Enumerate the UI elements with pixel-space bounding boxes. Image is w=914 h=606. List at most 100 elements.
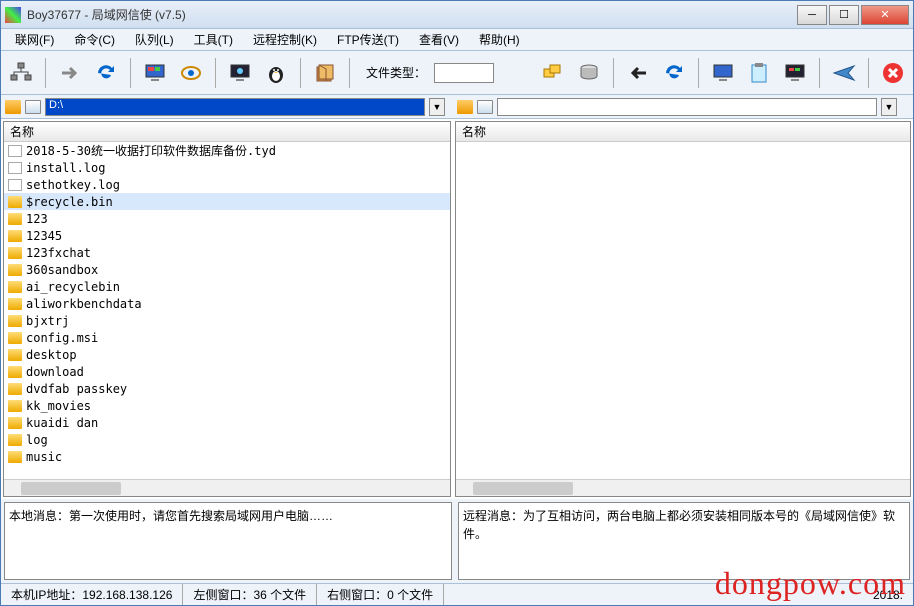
main-area: 名称 2018-5-30统一收据打印软件数据库备份.tydinstall.log…: [1, 119, 913, 499]
folder-open-right-icon[interactable]: [457, 100, 473, 114]
file-type-input[interactable]: [434, 63, 494, 83]
arrow-left-icon[interactable]: [624, 59, 652, 87]
local-message: 本地消息：第一次使用时，请您首先搜索局域网用户电脑……: [4, 502, 452, 580]
airplane-icon[interactable]: [830, 59, 858, 87]
refresh-icon[interactable]: [92, 59, 120, 87]
window-title: Boy37677 - 局域网信使 (v7.5): [27, 6, 797, 23]
file-row[interactable]: kk_movies: [4, 397, 450, 414]
file-list-right[interactable]: [456, 142, 910, 479]
file-row[interactable]: aliworkbenchdata: [4, 295, 450, 312]
menu-tools[interactable]: 工具(T): [186, 29, 241, 50]
file-list-left[interactable]: 2018-5-30统一收据打印软件数据库备份.tydinstall.log set…: [4, 142, 450, 479]
toolbar-right: [533, 51, 913, 94]
file-row[interactable]: install.log: [4, 159, 450, 176]
file-name: dvdfab passkey: [26, 382, 127, 396]
eye-icon[interactable]: [177, 59, 205, 87]
left-hscroll[interactable]: [4, 479, 450, 496]
stop-close-icon[interactable]: [879, 59, 907, 87]
file-icon: [8, 145, 22, 157]
file-name: 2018-5-30统一收据打印软件数据库备份.tyd: [26, 142, 276, 159]
path-input-right[interactable]: [497, 98, 877, 116]
file-row[interactable]: dvdfab passkey: [4, 380, 450, 397]
folders-icon[interactable]: [539, 59, 567, 87]
menu-help[interactable]: 帮助(H): [471, 29, 528, 50]
app-icon: [5, 7, 21, 23]
folder-icon: [8, 366, 22, 378]
monitor-color-icon[interactable]: [141, 59, 169, 87]
folder-icon: [8, 264, 22, 276]
minimize-button[interactable]: ─: [797, 5, 827, 25]
monitor-icon[interactable]: [709, 59, 737, 87]
file-name: bjxtrj: [26, 314, 69, 328]
file-row[interactable]: sethotkey.log: [4, 176, 450, 193]
left-column-header[interactable]: 名称: [4, 122, 450, 142]
menu-view[interactable]: 查看(V): [411, 29, 467, 50]
remote-message: 远程消息：为了互相访问，两台电脑上都必须安装相同版本号的《局域网信使》软件。: [458, 502, 910, 580]
file-name: 123: [26, 212, 48, 226]
toolbar-area: 文件类型：: [1, 51, 913, 95]
folder-icon: [8, 349, 22, 361]
clipboard-icon[interactable]: [745, 59, 773, 87]
file-name: kuaidi dan: [26, 416, 98, 430]
status-right-count: 右侧窗口：0 个文件: [317, 584, 444, 605]
file-row[interactable]: kuaidi dan: [4, 414, 450, 431]
folder-up-right-icon[interactable]: [477, 100, 493, 114]
file-row[interactable]: 12345: [4, 227, 450, 244]
folder-icon: [8, 451, 22, 463]
menu-ftp[interactable]: FTP传送(T): [329, 29, 407, 50]
monitor-dark-icon[interactable]: [226, 59, 254, 87]
file-name: aliworkbenchdata: [26, 297, 142, 311]
file-row[interactable]: music: [4, 448, 450, 465]
maximize-button[interactable]: ☐: [829, 5, 859, 25]
right-pane: 名称: [455, 121, 911, 497]
file-row[interactable]: 2018-5-30统一收据打印软件数据库备份.tyd: [4, 142, 450, 159]
file-row[interactable]: desktop: [4, 346, 450, 363]
path-dropdown-left[interactable]: ▼: [429, 98, 445, 116]
folder-up-icon[interactable]: [25, 100, 41, 114]
file-row[interactable]: 360sandbox: [4, 261, 450, 278]
file-icon: [8, 179, 22, 191]
package-icon[interactable]: [311, 59, 339, 87]
folder-icon: [8, 281, 22, 293]
file-row[interactable]: download: [4, 363, 450, 380]
path-dropdown-right[interactable]: ▼: [881, 98, 897, 116]
file-row[interactable]: 123fxchat: [4, 244, 450, 261]
folder-icon: [8, 332, 22, 344]
folder-icon: [8, 315, 22, 327]
status-date: 2018.: [863, 584, 913, 605]
file-row[interactable]: $recycle.bin: [4, 193, 450, 210]
file-row[interactable]: 123: [4, 210, 450, 227]
file-name: music: [26, 450, 62, 464]
penguin-icon[interactable]: [262, 59, 290, 87]
disk-icon[interactable]: [575, 59, 603, 87]
main-window: Boy37677 - 局域网信使 (v7.5) ─ ☐ ✕ 联网(F) 命令(C…: [0, 0, 914, 606]
left-pane: 名称 2018-5-30统一收据打印软件数据库备份.tydinstall.log…: [3, 121, 451, 497]
folder-icon: [8, 247, 22, 259]
folder-open-icon[interactable]: [5, 100, 21, 114]
file-name: ai_recyclebin: [26, 280, 120, 294]
menu-queue[interactable]: 队列(L): [127, 29, 182, 50]
menu-command[interactable]: 命令(C): [66, 29, 123, 50]
folder-icon: [8, 400, 22, 412]
path-input-left[interactable]: D:\: [45, 98, 425, 116]
folder-icon: [8, 434, 22, 446]
file-row[interactable]: ai_recyclebin: [4, 278, 450, 295]
refresh-right-icon[interactable]: [660, 59, 688, 87]
arrow-right-icon[interactable]: [56, 59, 84, 87]
file-row[interactable]: log: [4, 431, 450, 448]
right-column-header[interactable]: 名称: [456, 122, 910, 142]
file-icon: [8, 162, 22, 174]
file-name: 123fxchat: [26, 246, 91, 260]
right-hscroll[interactable]: [456, 479, 910, 496]
menu-network[interactable]: 联网(F): [7, 29, 62, 50]
status-ip: 本机IP地址：192.168.138.126: [1, 584, 183, 605]
file-row[interactable]: config.msi: [4, 329, 450, 346]
menu-remote[interactable]: 远程控制(K): [245, 29, 325, 50]
file-type-label: 文件类型：: [366, 64, 426, 81]
close-button[interactable]: ✕: [861, 5, 909, 25]
titlebar: Boy37677 - 局域网信使 (v7.5) ─ ☐ ✕: [1, 1, 913, 29]
network-tree-icon[interactable]: [7, 59, 35, 87]
file-name: sethotkey.log: [26, 178, 120, 192]
file-row[interactable]: bjxtrj: [4, 312, 450, 329]
monitor-small-icon[interactable]: [781, 59, 809, 87]
